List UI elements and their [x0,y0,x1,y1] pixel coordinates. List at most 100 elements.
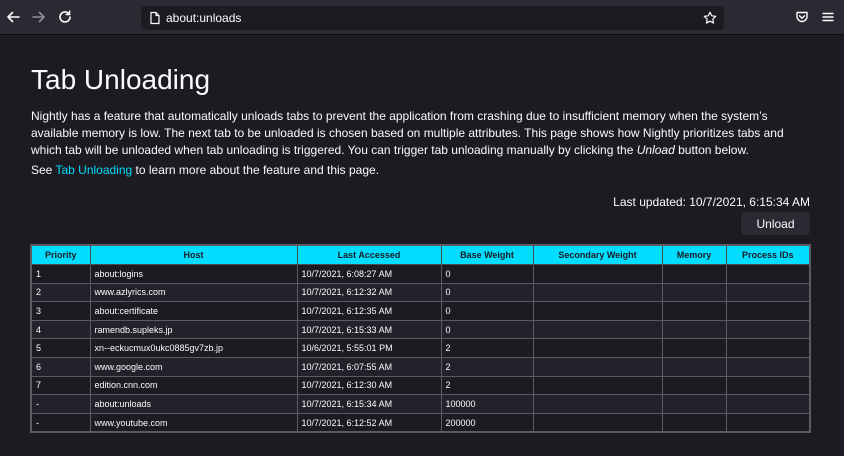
cell-host: www.youtube.com [89,412,298,433]
cell-base-weight: 100000 [440,394,534,414]
star-icon [703,11,717,24]
url-text[interactable]: about:unloads [166,11,241,25]
cell-priority: 3 [30,301,91,321]
cell-memory [661,375,727,396]
cell-memory [661,356,727,377]
cell-priority: 2 [30,282,91,303]
cell-priority: - [30,394,91,414]
cell-process-ids [725,412,811,433]
table-row: 6 www.google.com 10/7/2021, 6:07:55 AM 2 [30,356,811,377]
cell-base-weight: 2 [440,356,534,377]
cell-base-weight: 2 [440,338,534,358]
table-row: - about:unloads 10/7/2021, 6:15:34 AM 10000… [30,394,811,414]
arrow-left-icon [7,11,20,23]
column-header-base-weight: Base Weight [440,244,534,265]
column-header-memory: Memory [661,244,727,265]
cell-secondary-weight [532,375,663,396]
cell-last-accessed: 10/7/2021, 6:07:55 AM [296,356,442,377]
browser-toolbar: about:unloads [0,0,844,35]
app-menu-button[interactable] [816,5,840,29]
cell-secondary-weight [532,356,663,377]
cell-priority: - [30,412,91,433]
url-bar[interactable]: about:unloads [141,6,724,30]
cell-host: about:logins [89,264,298,284]
cell-secondary-weight [532,394,663,414]
table-row: 7 edition.cnn.com 10/7/2021, 6:12:30 AM 2 [30,375,811,396]
cell-memory [661,394,727,414]
see-more-line: See Tab Unloading to learn more about th… [31,162,379,179]
see-prefix: See [31,163,56,177]
cell-secondary-weight [532,282,663,303]
table-row: 4 ramendb.supleks.jp 10/7/2021, 6:15:33 AM… [30,319,811,340]
cell-host: www.azlyrics.com [89,282,298,303]
table-row: 2 www.azlyrics.com 10/7/2021, 6:12:32 AM 0 [30,282,811,303]
cell-last-accessed: 10/7/2021, 6:12:35 AM [296,301,442,321]
column-header-priority: Priority [30,244,91,265]
table-row: 1 about:logins 10/7/2021, 6:08:27 AM 0 [30,264,811,284]
reload-icon [59,10,71,23]
cell-host: edition.cnn.com [89,375,298,396]
cell-process-ids [725,264,811,284]
cell-base-weight: 0 [440,264,534,284]
cell-base-weight: 0 [440,301,534,321]
cell-secondary-weight [532,319,663,340]
pocket-button[interactable] [790,5,814,29]
cell-memory [661,319,727,340]
page-title: Tab Unloading [31,64,211,95]
cell-last-accessed: 10/7/2021, 6:12:52 AM [296,412,442,433]
cell-priority: 6 [30,356,91,377]
cell-base-weight: 200000 [440,412,534,433]
cell-process-ids [725,319,811,340]
tab-table: Priority Host Last Accessed Base Weight Seco… [30,244,811,434]
table-body: 1 about:logins 10/7/2021, 6:08:27 AM 0 2 www.… [30,264,811,433]
see-suffix: to learn more about the feature and this… [132,163,380,177]
column-header-process-ids: Process IDs [725,244,811,265]
table-row: - www.youtube.com 10/7/2021, 6:12:52 AM 200… [30,412,811,433]
cell-priority: 4 [30,319,91,340]
page-description: Nightly has a feature that automatically… [31,108,816,159]
cell-host: www.google.com [89,356,298,377]
cell-host: xn--eckucmux0ukc0885gv7zb.jp [89,338,298,358]
table-row: 5 xn--eckucmux0ukc0885gv7zb.jp 10/6/2021, … [30,338,811,358]
cell-base-weight: 0 [440,319,534,340]
description-unload-emphasis: Unload [636,143,675,157]
cell-last-accessed: 10/7/2021, 6:12:30 AM [296,375,442,396]
description-text-2: button below. [674,143,749,157]
cell-process-ids [725,375,811,396]
column-header-host: Host [89,244,298,265]
forward-button[interactable] [27,5,51,29]
bookmark-star-button[interactable] [700,8,720,28]
column-header-last-accessed: Last Accessed [296,244,442,265]
reload-button[interactable] [53,5,77,29]
cell-process-ids [725,356,811,377]
cell-last-accessed: 10/6/2021, 5:55:01 PM [296,338,442,358]
cell-memory [661,338,727,358]
cell-last-accessed: 10/7/2021, 6:15:34 AM [296,394,442,414]
page-content: Tab Unloading Nightly has a feature that… [0,35,844,456]
cell-memory [661,282,727,303]
table-header-row: Priority Host Last Accessed Base Weight Seco… [30,244,811,265]
cell-process-ids [725,394,811,414]
column-header-secondary-weight: Secondary Weight [532,244,663,265]
page-icon [147,10,163,26]
cell-priority: 7 [30,375,91,396]
cell-host: about:certificate [89,301,298,321]
cell-last-accessed: 10/7/2021, 6:08:27 AM [296,264,442,284]
cell-secondary-weight [532,338,663,358]
cell-process-ids [725,301,811,321]
cell-process-ids [725,282,811,303]
cell-host: about:unloads [89,394,298,414]
cell-last-accessed: 10/7/2021, 6:15:33 AM [296,319,442,340]
cell-base-weight: 2 [440,375,534,396]
table-row: 3 about:certificate 10/7/2021, 6:12:35 AM 0 [30,301,811,321]
unload-button[interactable]: Unload [741,212,810,235]
cell-host: ramendb.supleks.jp [89,319,298,340]
cell-memory [661,264,727,284]
back-button[interactable] [1,5,25,29]
cell-priority: 1 [30,264,91,284]
cell-secondary-weight [532,301,663,321]
last-updated-text: Last updated: 10/7/2021, 6:15:34 AM [613,195,810,209]
tab-unloading-link[interactable]: Tab Unloading [55,163,132,177]
pocket-icon [796,11,808,23]
cell-last-accessed: 10/7/2021, 6:12:32 AM [296,282,442,303]
